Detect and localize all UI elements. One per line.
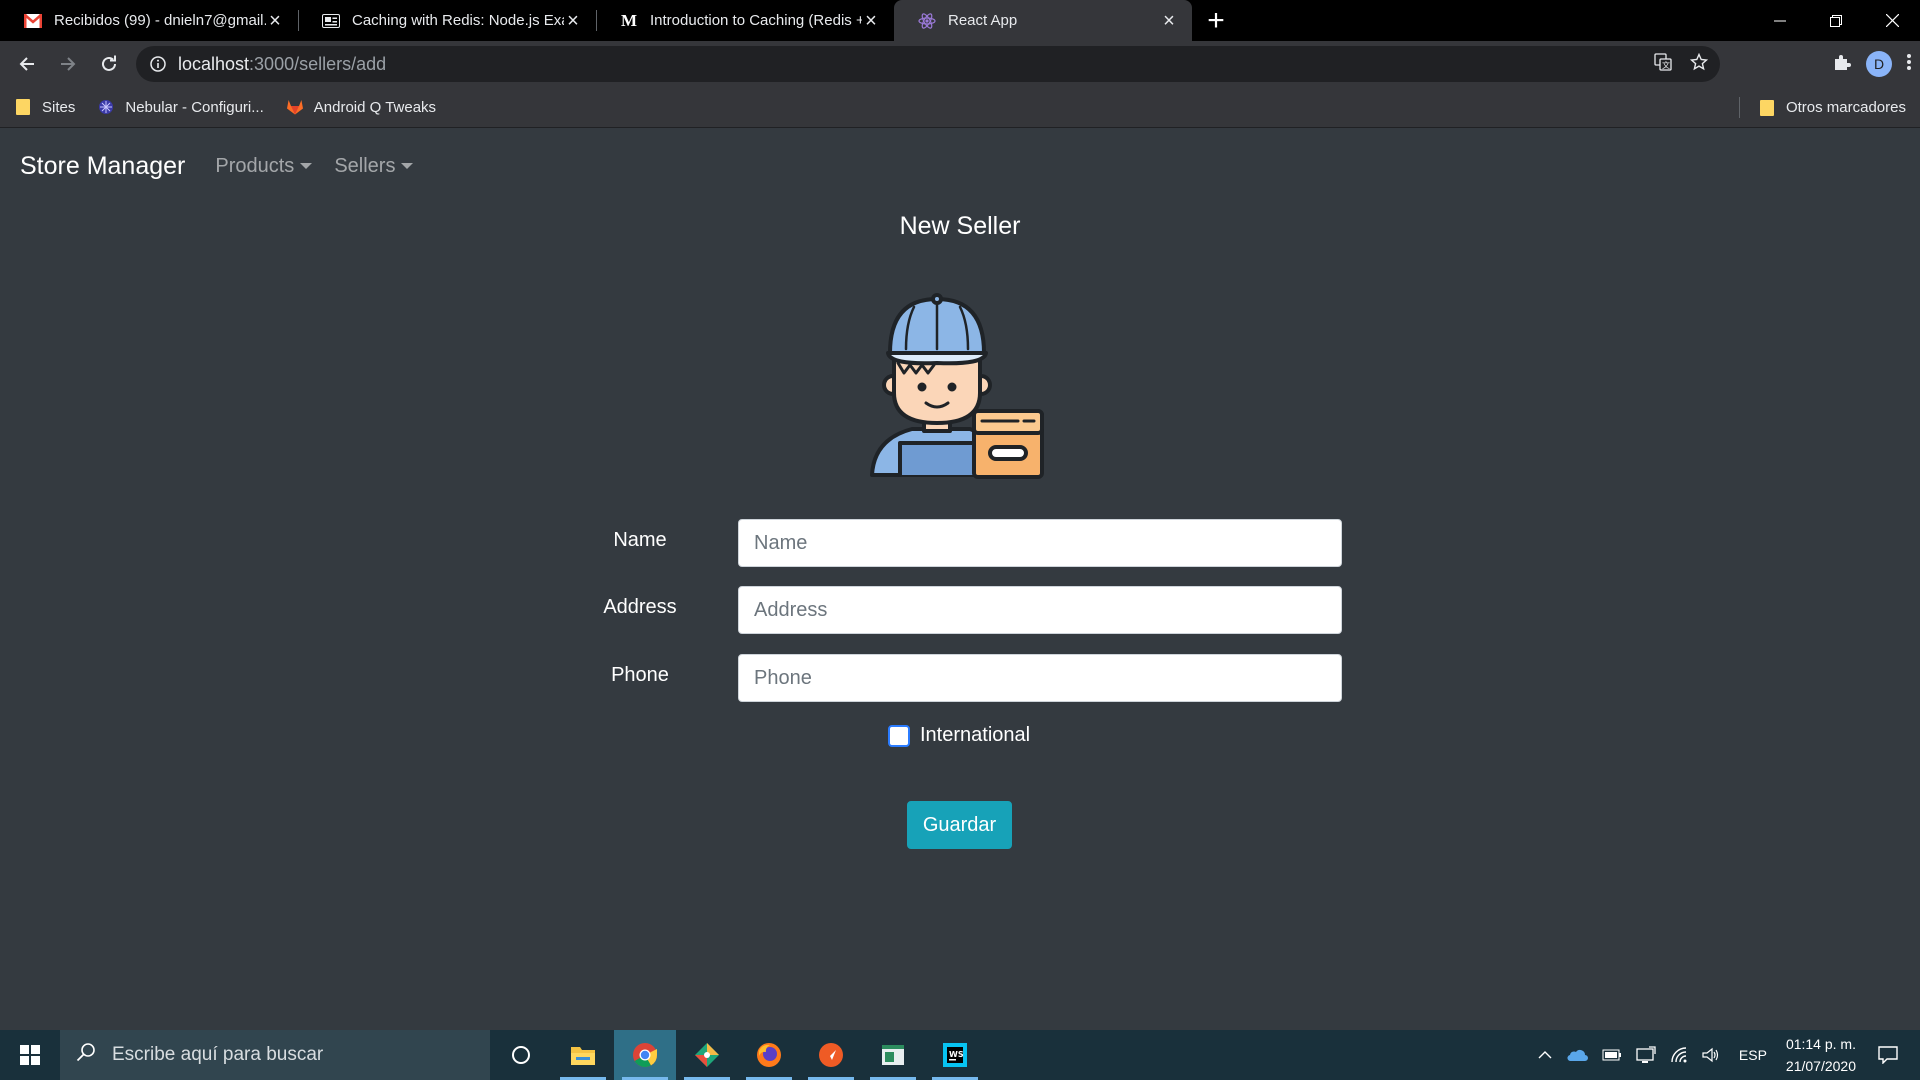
article-icon [322, 12, 340, 30]
name-label: Name [613, 529, 667, 551]
form-row-address: Address [600, 586, 1342, 634]
app-navbar: Store Manager Products Sellers [0, 128, 1920, 204]
taskbar-search[interactable]: Escribe aquí para buscar [60, 1030, 490, 1080]
input-language[interactable]: ESP [1739, 1047, 1767, 1063]
windows-start-icon[interactable] [0, 1030, 60, 1080]
security-center-icon[interactable] [1636, 1046, 1656, 1064]
battery-icon[interactable] [1602, 1049, 1622, 1061]
clock-time: 01:14 p. m. [1785, 1036, 1856, 1052]
new-tab-button[interactable]: + [1192, 0, 1240, 41]
chevron-up-icon[interactable] [1538, 1050, 1552, 1060]
bookmark-sites[interactable]: Sites [14, 98, 75, 116]
svg-text:文: 文 [1662, 60, 1670, 70]
tab-redis-article[interactable]: Caching with Redis: Node.js Example × [298, 0, 596, 41]
wifi-icon[interactable] [1670, 1047, 1688, 1063]
international-label[interactable]: International [920, 724, 1030, 747]
brand-link[interactable]: Store Manager [20, 152, 185, 181]
folder-icon [1758, 99, 1776, 117]
page-title: New Seller [899, 212, 1021, 240]
international-checkbox-group: International [888, 724, 1030, 747]
nav-label: Sellers [334, 154, 396, 177]
nebular-icon [97, 98, 115, 116]
gitlab-icon [286, 98, 304, 116]
url-host: localhost [178, 53, 250, 74]
folder-icon [14, 98, 32, 116]
profile-avatar[interactable]: D [1866, 51, 1892, 77]
browser-toolbar: localhost:3000/sellers/add 文 D [0, 41, 1920, 87]
window-controls [1752, 0, 1920, 41]
bookmark-other[interactable]: Otros marcadores [1758, 87, 1906, 128]
webstorm-icon[interactable]: WS [924, 1030, 986, 1080]
bookmarks-bar: Sites Nebular - Configuri... Android Q T… [0, 87, 1920, 128]
address-input[interactable] [738, 586, 1342, 634]
phone-label: Phone [611, 664, 669, 686]
gmail-icon [24, 12, 42, 30]
tab-title: React App [948, 12, 1018, 29]
address-label: Address [603, 596, 677, 618]
tab-title: Caching with Redis: Node.js Example [352, 12, 564, 29]
file-explorer-icon[interactable] [552, 1030, 614, 1080]
system-tray: ESP 01:14 p. m. 21/07/2020 [1531, 1030, 1920, 1080]
save-button[interactable]: Guardar [907, 801, 1012, 849]
terminal-app-icon[interactable] [862, 1030, 924, 1080]
windows-taskbar: Escribe aquí para buscar WS ESP 01:14 p.… [0, 1030, 1920, 1080]
chrome-icon[interactable] [614, 1030, 676, 1080]
bookmark-star-icon[interactable] [1689, 52, 1709, 76]
tab-title: Introduction to Caching (Redis + Node.js… [650, 12, 862, 29]
close-tab-icon[interactable]: × [564, 11, 582, 31]
form-row-name: Name [600, 519, 1342, 567]
git-kraken-icon[interactable] [676, 1030, 738, 1080]
bookmarks-separator [1739, 97, 1740, 118]
onedrive-icon[interactable] [1566, 1048, 1588, 1062]
delivery-man-illustration [866, 293, 1056, 483]
bookmark-label: Sites [42, 98, 76, 116]
caret-down-icon [401, 163, 414, 169]
international-checkbox[interactable] [888, 724, 910, 747]
browser-tab-strip: Recibidos (99) - dnieln7@gmail.com × Cac… [0, 0, 1920, 41]
cortana-icon[interactable] [490, 1030, 552, 1080]
tab-react-app[interactable]: React App × [894, 0, 1192, 41]
extensions-icon[interactable] [1832, 52, 1852, 77]
close-tab-icon[interactable]: × [1160, 11, 1178, 31]
close-tab-icon[interactable]: × [266, 11, 284, 31]
site-info-icon[interactable] [150, 56, 166, 72]
nav-products-dropdown[interactable]: Products [215, 154, 313, 178]
restore-icon[interactable] [1808, 0, 1864, 41]
caret-down-icon [300, 163, 313, 169]
nav-sellers-dropdown[interactable]: Sellers [334, 154, 414, 178]
url-path: :3000/sellers/add [249, 53, 387, 74]
bookmark-label: Android Q Tweaks [313, 98, 437, 116]
bookmark-android-q-tweaks[interactable]: Android Q Tweaks [286, 98, 436, 116]
bookmark-label: Otros marcadores [1785, 99, 1906, 116]
firefox-icon[interactable] [738, 1030, 800, 1080]
forward-icon[interactable] [48, 44, 88, 84]
reload-icon[interactable] [89, 44, 129, 84]
bookmark-nebular[interactable]: Nebular - Configuri... [97, 98, 264, 116]
medium-icon: M [620, 10, 638, 30]
tab-gmail[interactable]: Recibidos (99) - dnieln7@gmail.com × [0, 0, 298, 41]
translate-icon[interactable]: 文 [1654, 52, 1672, 76]
search-placeholder: Escribe aquí para buscar [112, 1044, 324, 1065]
nav-label: Products [215, 154, 295, 177]
back-icon[interactable] [7, 44, 47, 84]
search-icon [76, 1042, 96, 1068]
volume-icon[interactable] [1702, 1047, 1720, 1063]
svg-text:WS: WS [949, 1050, 964, 1059]
minimize-icon[interactable] [1752, 0, 1808, 41]
react-icon [918, 12, 936, 30]
postman-icon[interactable] [800, 1030, 862, 1080]
name-input[interactable] [738, 519, 1342, 567]
close-window-icon[interactable] [1864, 0, 1920, 41]
action-center-icon[interactable] [1878, 1046, 1898, 1064]
tab-medium-article[interactable]: M Introduction to Caching (Redis + Node.… [596, 0, 894, 41]
menu-kebab-icon[interactable] [1906, 53, 1912, 76]
clock-date: 21/07/2020 [1785, 1058, 1856, 1074]
tab-title: Recibidos (99) - dnieln7@gmail.com [54, 12, 266, 29]
clock[interactable]: 01:14 p. m. 21/07/2020 [1786, 1033, 1856, 1077]
form-row-phone: Phone [600, 654, 1342, 702]
close-tab-icon[interactable]: × [862, 11, 880, 31]
bookmark-label: Nebular - Configuri... [125, 98, 264, 116]
phone-input[interactable] [738, 654, 1342, 702]
address-bar[interactable]: localhost:3000/sellers/add 文 [136, 46, 1720, 82]
